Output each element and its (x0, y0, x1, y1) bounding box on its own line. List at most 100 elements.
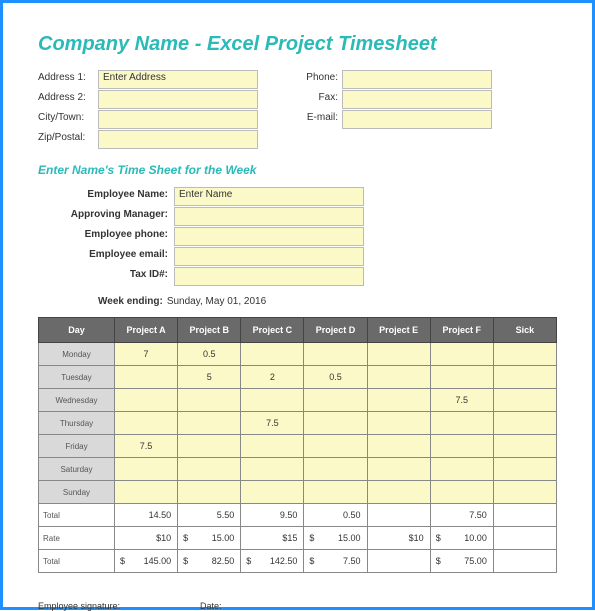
address1-input[interactable]: Enter Address (98, 70, 258, 89)
address2-input[interactable] (98, 90, 258, 109)
day-cell: Monday (39, 343, 115, 366)
value-cell[interactable] (367, 389, 430, 412)
emp-name-label: Employee Name: (58, 187, 174, 206)
value-cell[interactable] (304, 458, 367, 481)
value-cell[interactable] (367, 481, 430, 504)
emp-tax-label: Tax ID#: (58, 267, 174, 286)
emp-email-input[interactable] (174, 247, 364, 266)
value-cell[interactable] (430, 366, 493, 389)
col-header: Project C (241, 318, 304, 343)
value-cell[interactable] (241, 435, 304, 458)
value-cell[interactable] (304, 343, 367, 366)
value-cell[interactable] (178, 481, 241, 504)
city-label: City/Town: (38, 110, 98, 129)
email-input[interactable] (342, 110, 492, 129)
day-cell: Sunday (39, 481, 115, 504)
value-cell[interactable] (430, 458, 493, 481)
table-row: Friday7.5 (39, 435, 557, 458)
value-cell[interactable] (367, 343, 430, 366)
summary-cell: 5.50 (178, 504, 241, 527)
value-cell[interactable] (114, 458, 177, 481)
summary-cell: 14.50 (114, 504, 177, 527)
week-ending-value: Sunday, May 01, 2016 (167, 296, 266, 307)
value-cell[interactable] (367, 458, 430, 481)
value-cell[interactable] (178, 412, 241, 435)
summary-cell: $75.00 (430, 550, 493, 573)
address-block: Address 1:Enter Address Address 2: City/… (38, 70, 557, 149)
value-cell[interactable] (430, 435, 493, 458)
summary-cell: $10 (114, 527, 177, 550)
value-cell[interactable] (241, 458, 304, 481)
emp-tax-input[interactable] (174, 267, 364, 286)
value-cell[interactable]: 0.5 (304, 366, 367, 389)
summary-cell: $82.50 (178, 550, 241, 573)
value-cell[interactable] (241, 481, 304, 504)
value-cell[interactable] (493, 389, 556, 412)
week-ending-label: Week ending: (98, 296, 163, 307)
employee-block: Employee Name:Enter Name Approving Manag… (58, 187, 557, 286)
city-input[interactable] (98, 110, 258, 129)
value-cell[interactable] (493, 481, 556, 504)
value-cell[interactable]: 0.5 (178, 343, 241, 366)
value-cell[interactable] (430, 343, 493, 366)
timesheet-table: DayProject AProject BProject CProject DP… (38, 317, 557, 573)
value-cell[interactable] (367, 366, 430, 389)
summary-cell (367, 504, 430, 527)
emp-phone-input[interactable] (174, 227, 364, 246)
week-ending: Week ending: Sunday, May 01, 2016 (98, 296, 557, 307)
address-left: Address 1:Enter Address Address 2: City/… (38, 70, 258, 149)
value-cell[interactable] (493, 366, 556, 389)
summary-cell (493, 504, 556, 527)
emp-name-input[interactable]: Enter Name (174, 187, 364, 206)
value-cell[interactable] (178, 458, 241, 481)
col-header: Project F (430, 318, 493, 343)
summary-cell (493, 550, 556, 573)
value-cell[interactable] (114, 366, 177, 389)
summary-label: Total (39, 550, 115, 573)
value-cell[interactable]: 7.5 (241, 412, 304, 435)
table-row: Sunday (39, 481, 557, 504)
value-cell[interactable] (304, 435, 367, 458)
value-cell[interactable]: 5 (178, 366, 241, 389)
value-cell[interactable] (493, 435, 556, 458)
value-cell[interactable] (493, 343, 556, 366)
table-row: Saturday (39, 458, 557, 481)
table-row: Wednesday7.5 (39, 389, 557, 412)
value-cell[interactable] (114, 481, 177, 504)
address-right: Phone: Fax: E-mail: (288, 70, 492, 149)
value-cell[interactable] (178, 389, 241, 412)
fax-label: Fax: (288, 90, 342, 109)
emp-email-label: Employee email: (58, 247, 174, 266)
emp-mgr-input[interactable] (174, 207, 364, 226)
summary-cell: $145.00 (114, 550, 177, 573)
summary-cell: $10 (367, 527, 430, 550)
phone-input[interactable] (342, 70, 492, 89)
value-cell[interactable] (304, 481, 367, 504)
value-cell[interactable] (367, 435, 430, 458)
value-cell[interactable] (367, 412, 430, 435)
value-cell[interactable] (114, 389, 177, 412)
fax-input[interactable] (342, 90, 492, 109)
value-cell[interactable] (304, 412, 367, 435)
col-header: Project D (304, 318, 367, 343)
emp-mgr-label: Approving Manager: (58, 207, 174, 226)
zip-input[interactable] (98, 130, 258, 149)
value-cell[interactable] (304, 389, 367, 412)
value-cell[interactable]: 7.5 (114, 435, 177, 458)
value-cell[interactable]: 7 (114, 343, 177, 366)
value-cell[interactable]: 7.5 (430, 389, 493, 412)
value-cell[interactable] (493, 458, 556, 481)
value-cell[interactable] (241, 389, 304, 412)
value-cell[interactable]: 2 (241, 366, 304, 389)
summary-cell: $142.50 (241, 550, 304, 573)
value-cell[interactable] (114, 412, 177, 435)
summary-cell (367, 550, 430, 573)
value-cell[interactable] (178, 435, 241, 458)
value-cell[interactable] (241, 343, 304, 366)
value-cell[interactable] (430, 481, 493, 504)
address2-label: Address 2: (38, 90, 98, 109)
col-header: Project E (367, 318, 430, 343)
value-cell[interactable] (493, 412, 556, 435)
subtitle: Enter Name's Time Sheet for the Week (38, 163, 557, 177)
value-cell[interactable] (430, 412, 493, 435)
